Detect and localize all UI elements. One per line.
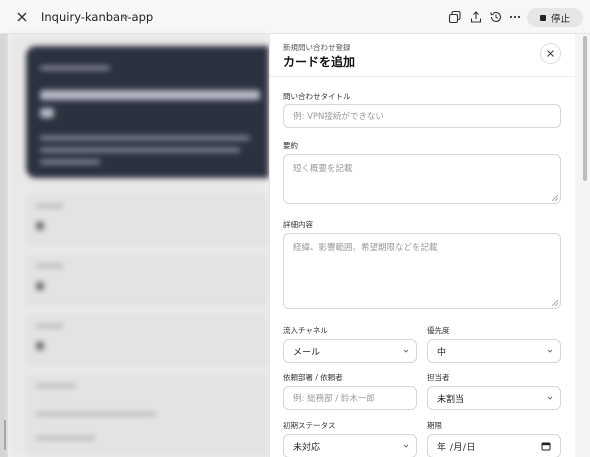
summary-label: 要約 xyxy=(283,141,298,150)
window-titlebar: Inquiry-kanban-app 停止 xyxy=(0,0,590,34)
panel-subtitle: 新規問い合わせ登録 xyxy=(283,43,351,52)
channel-value: メール xyxy=(293,347,321,358)
chevron-down-icon xyxy=(547,396,553,400)
due-date-input[interactable]: 年 /月/日 xyxy=(427,434,561,457)
stop-button[interactable]: 停止 xyxy=(527,8,583,27)
details-placeholder: 経緯、影響範囲、希望期限などを記載 xyxy=(293,243,438,253)
assignee-label: 担当者 xyxy=(427,373,450,382)
requester-input[interactable]: 例: 総務部 / 鈴木一郎 xyxy=(283,386,417,410)
details-label: 詳細内容 xyxy=(283,220,313,229)
copy-icon[interactable] xyxy=(448,10,462,24)
channel-select[interactable]: メール xyxy=(283,339,417,363)
summary-placeholder: 短く概要を記載 xyxy=(293,164,353,174)
chevron-down-icon xyxy=(403,444,409,448)
due-date-value: 年 /月/日 xyxy=(437,442,476,453)
panel-title: カードを追加 xyxy=(283,55,356,69)
assignee-value: 未割当 xyxy=(437,394,465,405)
details-textarea[interactable]: 経緯、影響範囲、希望期限などを記載 xyxy=(283,233,561,309)
background-stat-row xyxy=(26,314,269,364)
chevron-down-icon xyxy=(547,349,553,353)
close-icon[interactable] xyxy=(14,9,30,25)
status-label: 初期ステータス xyxy=(283,421,336,430)
priority-value: 中 xyxy=(437,347,447,358)
background-stat-row xyxy=(26,194,269,244)
chevron-down-icon xyxy=(403,349,409,353)
background-stat-row xyxy=(26,254,269,304)
channel-label: 流入チャネル xyxy=(283,326,328,335)
assignee-select[interactable]: 未割当 xyxy=(427,386,561,410)
calendar-icon[interactable] xyxy=(541,441,551,451)
app-title[interactable]: Inquiry-kanban-app xyxy=(41,10,153,24)
panel-close-button[interactable] xyxy=(540,43,561,64)
status-value: 未対応 xyxy=(293,442,321,453)
background-scroll-mark xyxy=(4,420,6,450)
background-list-row xyxy=(26,374,269,457)
resize-grip-icon[interactable] xyxy=(552,300,558,306)
close-icon xyxy=(547,50,554,57)
add-card-panel: 新規問い合わせ登録 カードを追加 問い合わせタイトル 例: VPN接続ができない… xyxy=(269,34,575,457)
inquiry-title-label: 問い合わせタイトル xyxy=(283,92,351,101)
share-icon[interactable] xyxy=(469,10,483,24)
more-icon[interactable] xyxy=(508,10,522,24)
priority-label: 優先度 xyxy=(427,326,450,335)
panel-scrollbar-thumb[interactable] xyxy=(583,36,587,181)
resize-grip-icon[interactable] xyxy=(552,195,558,201)
panel-divider xyxy=(270,76,575,77)
requester-label: 依頼部署 / 依頼者 xyxy=(283,373,343,382)
summary-textarea[interactable]: 短く概要を記載 xyxy=(283,154,561,204)
background-board-blurred xyxy=(8,34,269,457)
history-icon[interactable] xyxy=(489,10,503,24)
due-label: 期限 xyxy=(427,421,442,430)
inquiry-title-input[interactable]: 例: VPN接続ができない xyxy=(283,104,561,128)
background-edge xyxy=(0,34,8,457)
status-select[interactable]: 未対応 xyxy=(283,434,417,457)
priority-select[interactable]: 中 xyxy=(427,339,561,363)
stop-label: 停止 xyxy=(550,13,570,25)
stop-icon xyxy=(539,14,546,21)
background-hero-card xyxy=(26,46,269,178)
chevron-down-icon[interactable] xyxy=(121,13,129,21)
